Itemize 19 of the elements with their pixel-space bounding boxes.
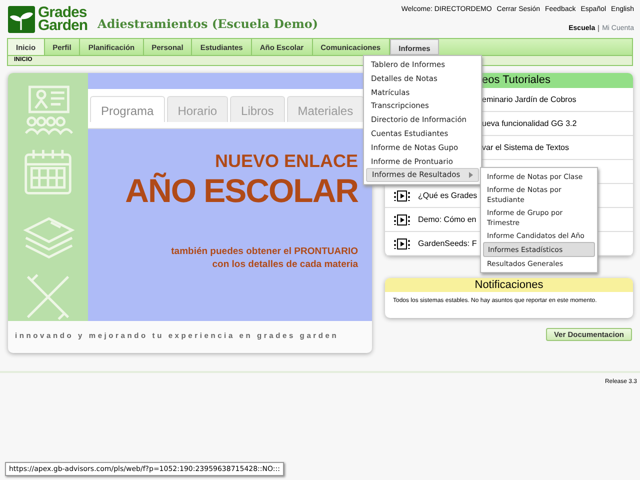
- panel-title: eos Tutoriales: [482, 73, 550, 88]
- page-title: Adiestramientos (Escuela Demo): [98, 16, 318, 33]
- headline: AÑO ESCOLAR: [125, 171, 358, 211]
- video-icon: [394, 238, 410, 250]
- panel-title: Notificaciones: [474, 278, 544, 292]
- video-link[interactable]: ueva funcionalidad GG 3.2: [482, 118, 577, 130]
- logo-text: Grades: [38, 6, 87, 19]
- video-icon: [394, 190, 410, 202]
- banner-subtext: también puedes obtener el PRONTUARIO con los detalles de cada materia: [171, 245, 358, 271]
- headline-small: NUEVO ENLACE: [214, 151, 358, 171]
- video-icon: [394, 214, 410, 226]
- video-link[interactable]: Demo: Cómo en: [418, 214, 476, 226]
- video-link[interactable]: var el Sistema de Textos: [482, 142, 570, 154]
- banner-tab[interactable]: Programa: [90, 96, 165, 122]
- video-link[interactable]: ¿Qué es Grades: [418, 190, 478, 202]
- logo-text: Garden: [38, 19, 88, 32]
- video-link[interactable]: GardenSeeds: F: [418, 238, 477, 250]
- logo-icon: [8, 6, 35, 32]
- video-link[interactable]: eminario Jardín de Cobros: [482, 94, 576, 106]
